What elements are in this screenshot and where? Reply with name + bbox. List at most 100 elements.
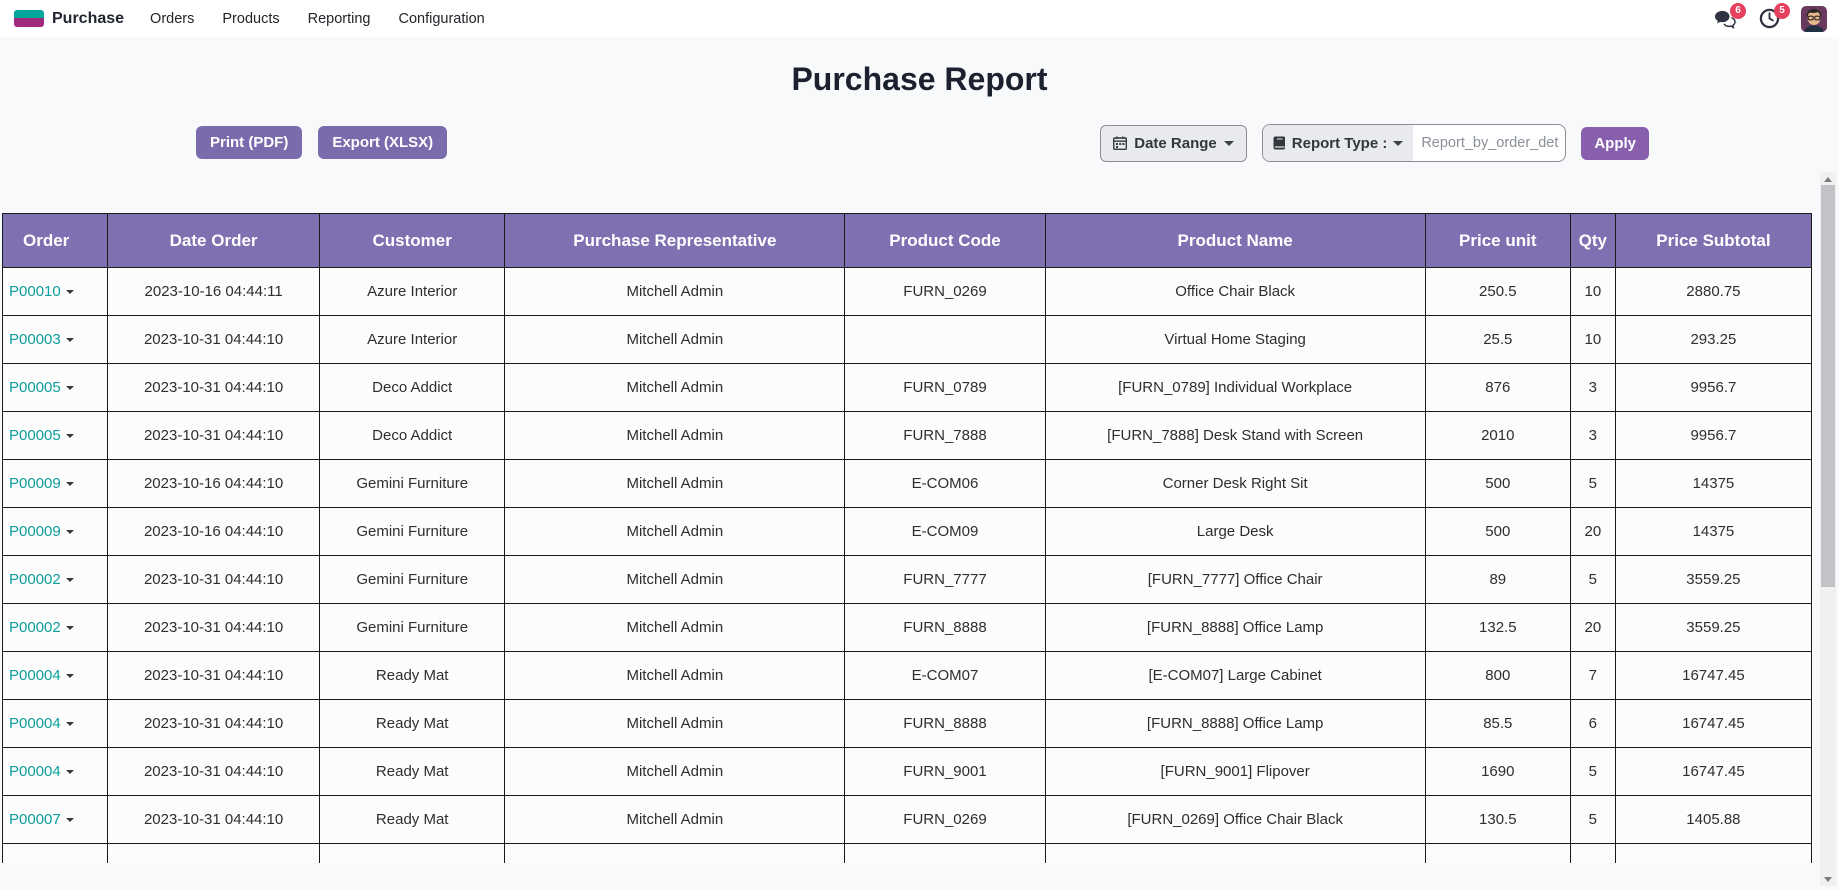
price-subtotal-cell: 14375 — [1615, 508, 1811, 556]
qty-cell: 5 — [1570, 796, 1615, 844]
product-code-cell: FURN_7777 — [845, 556, 1045, 604]
user-avatar[interactable] — [1801, 6, 1827, 32]
order-link[interactable]: P00002 — [9, 619, 61, 636]
scroll-down-arrow-icon[interactable] — [1820, 872, 1836, 886]
nav-item-orders[interactable]: Orders — [150, 11, 194, 27]
chevron-down-icon — [66, 434, 74, 438]
product-name-cell: [FURN_8888] Office Lamp — [1045, 700, 1425, 748]
date-order-cell: 2023-10-31 04:44:10 — [108, 796, 320, 844]
col-header-product-code: Product Code — [845, 214, 1045, 268]
customer-cell: Azure Interior — [320, 268, 505, 316]
order-link[interactable]: P00007 — [9, 811, 61, 828]
qty-cell: 20 — [1570, 604, 1615, 652]
book-icon — [1273, 136, 1286, 150]
price-unit-cell: 250.5 — [1425, 268, 1570, 316]
table-row: P000042023-10-31 04:44:10Ready MatMitche… — [3, 652, 1812, 700]
print-pdf-button[interactable]: Print (PDF) — [196, 126, 302, 159]
chevron-down-icon — [66, 626, 74, 630]
app-brand[interactable]: Purchase — [14, 9, 124, 29]
messages-badge: 6 — [1730, 3, 1746, 19]
product-name-cell: Office Chair Black — [1045, 268, 1425, 316]
table-row: P000042023-10-31 04:44:10Ready MatMitche… — [3, 700, 1812, 748]
chevron-down-icon — [66, 722, 74, 726]
page-title: Purchase Report — [0, 61, 1839, 98]
table-row: P000042023-10-31 04:44:10Ready MatMitche… — [3, 748, 1812, 796]
chevron-down-icon — [66, 674, 74, 678]
order-link[interactable]: P00005 — [9, 379, 61, 396]
order-link[interactable]: P00002 — [9, 571, 61, 588]
customer-cell: Azure Interior — [320, 316, 505, 364]
price-subtotal-cell: 9956.7 — [1615, 364, 1811, 412]
price-unit-cell: 2010 — [1425, 412, 1570, 460]
apply-button[interactable]: Apply — [1581, 127, 1649, 160]
vertical-scrollbar[interactable] — [1820, 172, 1836, 886]
order-cell: P00002 — [3, 556, 108, 604]
product-name-cell: [FURN_0269] Office Chair Black — [1045, 796, 1425, 844]
date-order-cell: 2023-10-16 04:44:11 — [108, 268, 320, 316]
order-link[interactable]: P00009 — [9, 475, 61, 492]
nav-menu: Orders Products Reporting Configuration — [150, 11, 485, 27]
price-subtotal-cell: 1405.88 — [1615, 796, 1811, 844]
order-cell: P00009 — [3, 508, 108, 556]
report-table-body: P000102023-10-16 04:44:11Azure InteriorM… — [3, 268, 1812, 864]
purchase-rep-cell: Mitchell Admin — [505, 364, 845, 412]
order-link[interactable]: P00009 — [9, 523, 61, 540]
purchase-rep-cell: Mitchell Admin — [505, 796, 845, 844]
order-cell: P00005 — [3, 412, 108, 460]
scrollbar-thumb[interactable] — [1821, 185, 1835, 587]
report-type-label: Report Type : — [1292, 135, 1388, 152]
scroll-up-arrow-icon[interactable] — [1820, 172, 1836, 186]
nav-item-configuration[interactable]: Configuration — [398, 11, 484, 27]
nav-item-reporting[interactable]: Reporting — [308, 11, 371, 27]
price-unit-cell: 85.5 — [1425, 700, 1570, 748]
qty-cell: 6 — [1570, 700, 1615, 748]
product-code-cell: E-COM09 — [845, 508, 1045, 556]
odoo-logo-icon — [14, 9, 44, 29]
order-link[interactable]: P00010 — [9, 283, 61, 300]
order-link[interactable]: P00003 — [9, 331, 61, 348]
table-row: P000092023-10-16 04:44:10Gemini Furnitur… — [3, 508, 1812, 556]
col-header-price-subtotal: Price Subtotal — [1615, 214, 1811, 268]
nav-item-products[interactable]: Products — [222, 11, 279, 27]
order-cell: P00007 — [3, 796, 108, 844]
price-unit-cell: 130.5 — [1425, 796, 1570, 844]
price-unit-cell: 25.5 — [1425, 316, 1570, 364]
price-unit-cell: 500 — [1425, 460, 1570, 508]
customer-cell: Ready Mat — [320, 748, 505, 796]
date-order-cell — [108, 844, 320, 864]
order-cell: P00010 — [3, 268, 108, 316]
order-link[interactable]: P00004 — [9, 667, 61, 684]
activities-button[interactable]: 5 — [1757, 7, 1781, 31]
date-range-dropdown[interactable]: Date Range — [1100, 125, 1247, 162]
order-link[interactable]: P00004 — [9, 763, 61, 780]
qty-cell: 10 — [1570, 316, 1615, 364]
table-row: P000052023-10-31 04:44:10Deco AddictMitc… — [3, 364, 1812, 412]
report-type-input[interactable] — [1413, 125, 1565, 161]
price-unit-cell: 800 — [1425, 652, 1570, 700]
customer-cell: Deco Addict — [320, 364, 505, 412]
report-type-dropdown[interactable]: Report Type : — [1263, 125, 1414, 161]
qty-cell: 3 — [1570, 364, 1615, 412]
table-row: P000032023-10-31 04:44:10Azure InteriorM… — [3, 316, 1812, 364]
messages-button[interactable]: 6 — [1713, 7, 1737, 31]
order-cell: P00003 — [3, 316, 108, 364]
product-name-cell: [FURN_7777] Office Chair — [1045, 556, 1425, 604]
navbar-right: 6 5 — [1713, 0, 1827, 37]
table-row-partial — [3, 844, 1812, 864]
purchase-rep-cell: Mitchell Admin — [505, 412, 845, 460]
price-unit-cell: 89 — [1425, 556, 1570, 604]
order-link[interactable]: P00004 — [9, 715, 61, 732]
product-name-cell: [E-COM07] Large Cabinet — [1045, 652, 1425, 700]
col-header-customer: Customer — [320, 214, 505, 268]
product-code-cell: FURN_9001 — [845, 748, 1045, 796]
order-cell: P00009 — [3, 460, 108, 508]
export-actions: Print (PDF) Export (XLSX) — [196, 126, 447, 159]
order-link[interactable]: P00005 — [9, 427, 61, 444]
customer-cell: Gemini Furniture — [320, 556, 505, 604]
price-subtotal-cell: 14375 — [1615, 460, 1811, 508]
top-navbar: Purchase Orders Products Reporting Configur… — [0, 0, 1839, 37]
export-xlsx-button[interactable]: Export (XLSX) — [318, 126, 447, 159]
price-unit-cell — [1425, 844, 1570, 864]
purchase-rep-cell: Mitchell Admin — [505, 604, 845, 652]
date-order-cell: 2023-10-31 04:44:10 — [108, 652, 320, 700]
